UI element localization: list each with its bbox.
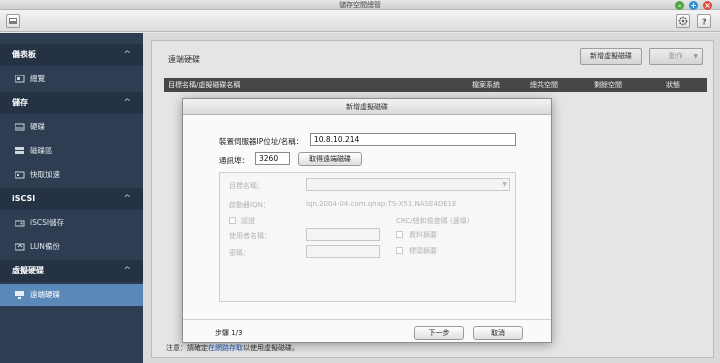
target-name-label: 目標名稱： bbox=[229, 182, 264, 190]
close-icon[interactable]: × bbox=[703, 1, 712, 10]
window-title-bar: 儲存空間總管 – + × bbox=[0, 0, 720, 10]
server-address-label: 裝置伺服器IP位址/名稱： bbox=[219, 137, 304, 146]
maximize-icon[interactable]: + bbox=[689, 1, 698, 10]
svg-text:?: ? bbox=[702, 18, 707, 27]
backup-icon bbox=[15, 243, 25, 251]
username-label: 使用者名稱： bbox=[229, 232, 271, 240]
window-title: 儲存空間總管 bbox=[339, 1, 381, 9]
sidebar-section-storage[interactable]: 儲存 ^ bbox=[0, 92, 143, 114]
menu-button[interactable] bbox=[6, 14, 20, 28]
password-input[interactable] bbox=[306, 245, 380, 258]
target-settings-group: 目標名稱： ▼ 啟動器IQN： iqn.2004-04.com.qnap:TS-… bbox=[219, 172, 516, 302]
sidebar-item-overview[interactable]: 總覽 bbox=[0, 68, 143, 90]
sidebar-item-label: 總覽 bbox=[30, 74, 45, 83]
remote-disk-icon bbox=[15, 291, 24, 299]
cache-icon bbox=[15, 171, 25, 179]
iscsi-icon bbox=[15, 220, 25, 227]
initiator-iqn-value: iqn.2004-04.com.qnap:TS-X51.NASE4DE1E bbox=[306, 200, 457, 208]
sidebar-item-disks[interactable]: 硬碟 bbox=[0, 116, 143, 138]
chevron-down-icon: ▼ bbox=[502, 181, 507, 188]
data-digest-label: 資料摘要 bbox=[409, 231, 437, 239]
sidebar-item-cache[interactable]: 快取加速 bbox=[0, 164, 143, 186]
section-label: iSCSI bbox=[12, 194, 36, 203]
disk-icon bbox=[15, 123, 25, 131]
sidebar-item-label: 快取加速 bbox=[30, 170, 60, 179]
port-input[interactable]: 3260 bbox=[255, 152, 290, 165]
header-digest-label: 標頭摘要 bbox=[409, 247, 437, 255]
step-indicator: 步驟 1/3 bbox=[215, 329, 243, 337]
auth-label: 認證 bbox=[241, 217, 255, 225]
sidebar-item-label: 硬碟 bbox=[30, 122, 45, 131]
sidebar-item-label: 遠端硬碟 bbox=[30, 290, 60, 299]
crc-label: CRC/總和檢查碼 (選填) bbox=[396, 217, 470, 225]
sidebar-item-volumes[interactable]: 磁碟區 bbox=[0, 140, 143, 162]
sidebar: 儀表板 ^ 總覽 儲存 ^ 硬碟 磁碟區 快取加速 iSCSI ^ iSCSI儲… bbox=[0, 33, 143, 363]
section-label: 虛擬硬碟 bbox=[12, 266, 44, 275]
target-name-select[interactable]: ▼ bbox=[306, 178, 510, 191]
app-toolbar: ? bbox=[0, 10, 720, 32]
auth-checkbox[interactable] bbox=[229, 217, 236, 224]
sidebar-section-virtual-disk[interactable]: 虛擬硬碟 ^ bbox=[0, 260, 143, 282]
sidebar-item-label: 磁碟區 bbox=[30, 146, 53, 155]
port-label: 通訊埠： bbox=[219, 156, 249, 165]
section-label: 儲存 bbox=[12, 98, 28, 107]
next-button[interactable]: 下一步 bbox=[414, 326, 464, 340]
initiator-iqn-label: 啟動器IQN： bbox=[229, 201, 270, 209]
settings-button[interactable] bbox=[676, 14, 690, 28]
get-remote-disk-button[interactable]: 取得遠端磁碟 bbox=[298, 152, 362, 166]
minimize-icon[interactable]: – bbox=[675, 1, 684, 10]
sidebar-section-dashboard[interactable]: 儀表板 ^ bbox=[0, 44, 143, 66]
username-input[interactable] bbox=[306, 228, 380, 241]
sidebar-section-iscsi[interactable]: iSCSI ^ bbox=[0, 188, 143, 210]
overview-icon bbox=[15, 75, 25, 83]
data-digest-checkbox[interactable] bbox=[396, 231, 403, 238]
section-label: 儀表板 bbox=[12, 50, 36, 59]
header-digest-checkbox[interactable] bbox=[396, 247, 403, 254]
server-address-input[interactable]: 10.8.10.214 bbox=[310, 133, 516, 146]
help-button[interactable]: ? bbox=[697, 14, 711, 28]
sidebar-item-remote-disk[interactable]: 遠端硬碟 bbox=[0, 284, 143, 306]
add-virtual-disk-dialog: 新增虛擬磁碟 裝置伺服器IP位址/名稱： 10.8.10.214 通訊埠： 32… bbox=[182, 98, 552, 343]
sidebar-item-label: LUN備份 bbox=[30, 242, 60, 251]
help-icon: ? bbox=[702, 18, 707, 27]
sidebar-item-lun-backup[interactable]: LUN備份 bbox=[0, 236, 143, 258]
gear-icon bbox=[678, 16, 688, 26]
chevron-up-icon[interactable]: ^ bbox=[123, 188, 131, 210]
sidebar-item-label: iSCSI儲存 bbox=[30, 218, 65, 227]
password-label: 密碼： bbox=[229, 249, 250, 257]
chevron-up-icon[interactable]: ^ bbox=[123, 92, 131, 114]
chevron-up-icon[interactable]: ^ bbox=[123, 260, 131, 282]
panel-icon bbox=[9, 18, 17, 24]
chevron-up-icon[interactable]: ^ bbox=[123, 44, 131, 66]
dialog-divider bbox=[183, 319, 551, 320]
cancel-button[interactable]: 取消 bbox=[473, 326, 523, 340]
dialog-title: 新增虛擬磁碟 bbox=[183, 99, 551, 115]
sidebar-item-iscsi-storage[interactable]: iSCSI儲存 bbox=[0, 212, 143, 234]
volume-icon bbox=[15, 147, 24, 154]
